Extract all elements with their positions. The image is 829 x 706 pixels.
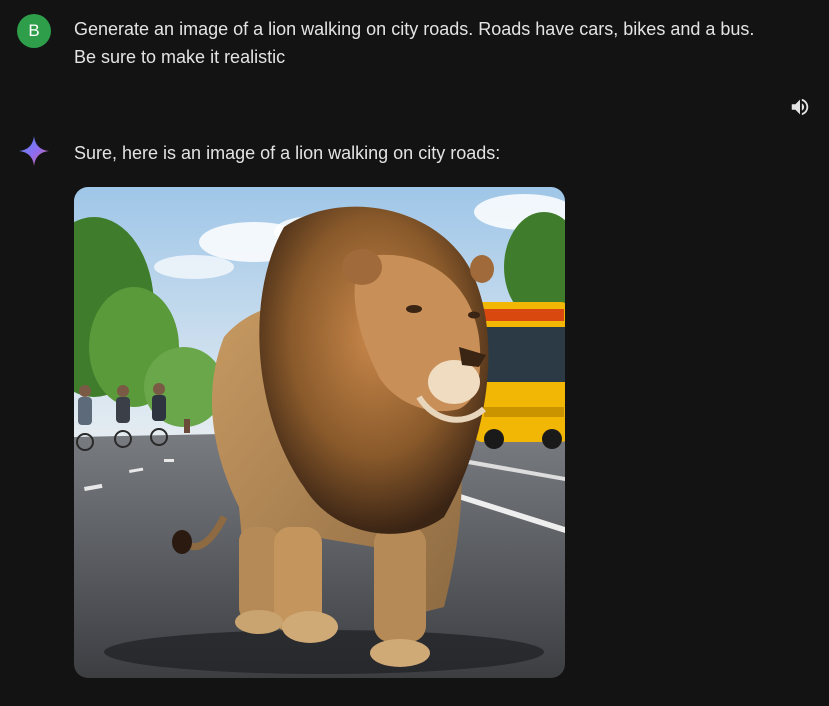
- user-prompt-line-2: Be sure to make it realistic: [74, 47, 286, 67]
- user-avatar: B: [17, 14, 51, 48]
- user-prompt-line-1: Generate an image of a lion walking on c…: [74, 19, 755, 39]
- generated-lion-image[interactable]: [74, 187, 565, 678]
- speaker-volume-icon[interactable]: [789, 96, 811, 118]
- gemini-sparkle-icon: [17, 134, 51, 168]
- assistant-reply-text: Sure, here is an image of a lion walking…: [74, 143, 501, 163]
- user-prompt: Generate an image of a lion walking on c…: [74, 15, 794, 71]
- chat-page: B Generate an image of a lion walking on…: [0, 0, 829, 706]
